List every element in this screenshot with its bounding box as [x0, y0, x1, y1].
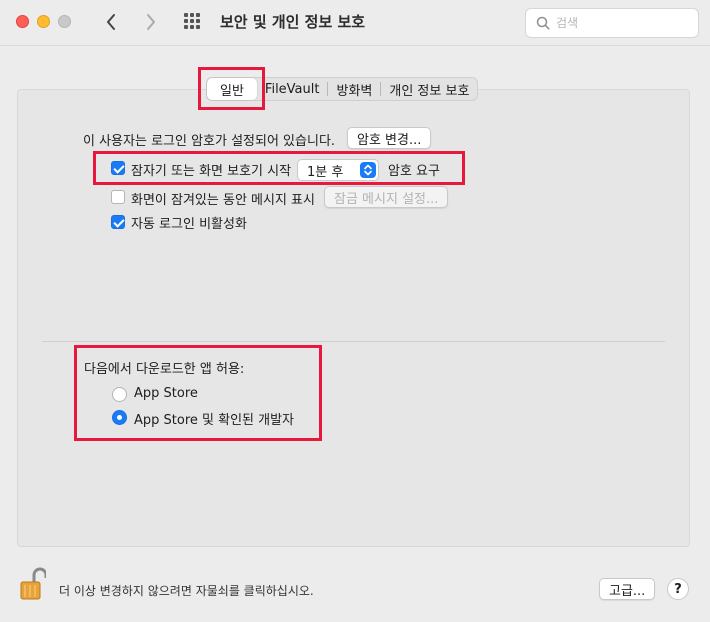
tab-privacy[interactable]: 개인 정보 보호	[381, 78, 477, 100]
title-bar: 보안 및 개인 정보 보호	[0, 0, 710, 46]
require-password-label: 잠자기 또는 화면 보호기 시작	[131, 164, 292, 179]
select-stepper-icon	[360, 162, 376, 178]
password-set-text: 이 사용자는 로그인 암호가 설정되어 있습니다.	[83, 134, 336, 149]
search-field[interactable]	[525, 8, 699, 38]
tab-firewall[interactable]: 방화벽	[328, 78, 380, 100]
section-divider	[42, 341, 665, 342]
require-password-suffix: 암호 요구	[388, 164, 440, 179]
change-password-button[interactable]: 암호 변경...	[347, 127, 432, 149]
minimize-window-button[interactable]	[37, 15, 50, 28]
password-delay-value: 1분 후	[307, 164, 344, 180]
close-window-button[interactable]	[16, 15, 29, 28]
tab-filevault[interactable]: FileVault	[257, 78, 328, 100]
zoom-window-button[interactable]	[58, 15, 71, 28]
require-password-checkbox[interactable]	[111, 161, 125, 175]
disable-auto-login-label: 자동 로그인 비활성화	[131, 217, 247, 232]
chevron-left-icon	[107, 14, 115, 30]
advanced-button[interactable]: 고급...	[599, 578, 656, 600]
search-input[interactable]	[556, 16, 686, 30]
back-button[interactable]	[97, 8, 125, 36]
lock-hint-text: 더 이상 변경하지 않으려면 자물쇠를 클릭하십시오.	[59, 584, 314, 598]
search-icon	[536, 16, 550, 30]
lock-message-settings-button[interactable]: 잠금 메시지 설정...	[324, 186, 449, 208]
app-store-radio[interactable]	[112, 387, 127, 402]
disable-auto-login-checkbox[interactable]	[111, 215, 125, 229]
show-all-grid-icon[interactable]	[183, 13, 205, 33]
password-delay-select[interactable]: 1분 후	[297, 159, 379, 181]
forward-button[interactable]	[137, 8, 165, 36]
show-message-checkbox[interactable]	[111, 190, 125, 204]
app-store-and-developers-label: App Store 및 확인된 개발자	[134, 413, 295, 428]
lock-icon[interactable]	[20, 567, 48, 601]
show-message-label: 화면이 잠겨있는 동안 메시지 표시	[131, 193, 315, 208]
highlight-box-tab	[198, 67, 265, 110]
app-store-label: App Store	[134, 386, 198, 401]
chevron-right-icon	[147, 14, 155, 30]
help-button[interactable]: ?	[667, 578, 689, 600]
window-title: 보안 및 개인 정보 보호	[220, 13, 366, 31]
preferences-window: 보안 및 개인 정보 보호 일반 FileVault 방화벽 개인 정보 보호 …	[0, 0, 710, 622]
app-store-and-developers-radio[interactable]	[112, 410, 127, 425]
allow-apps-heading: 다음에서 다운로드한 앱 허용:	[84, 362, 245, 377]
